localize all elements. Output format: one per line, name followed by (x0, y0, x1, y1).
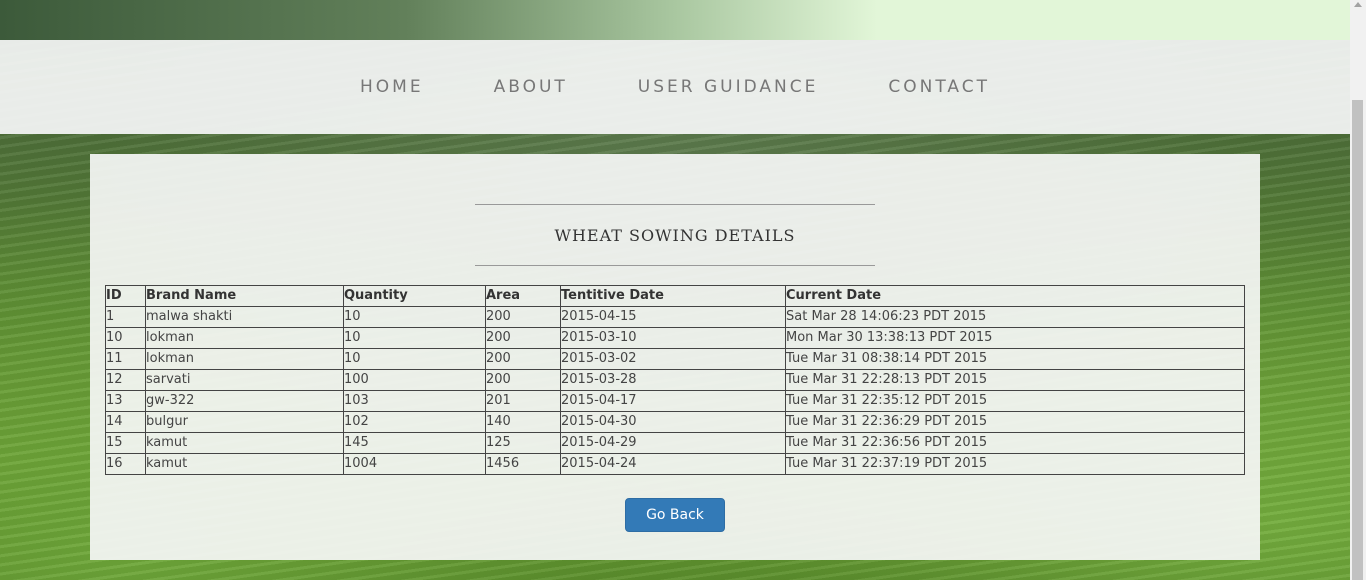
cell-brand-name: malwa shakti (145, 306, 344, 328)
cell-brand-name: gw-322 (145, 390, 344, 412)
table-row: 12 sarvati 100 200 2015-03-28 Tue Mar 31… (105, 369, 1245, 391)
header-current-date: Current Date (785, 285, 1245, 307)
page-scrollbar[interactable] (1350, 0, 1366, 580)
page-title: WHEAT SOWING DETAILS (554, 225, 796, 245)
cell-quantity: 102 (343, 411, 486, 433)
cell-tentitive-date: 2015-04-17 (560, 390, 786, 412)
table-header-row: ID Brand Name Quantity Area Tentitive Da… (105, 285, 1245, 307)
cell-id: 11 (105, 348, 146, 370)
table-row: 1 malwa shakti 10 200 2015-04-15 Sat Mar… (105, 306, 1245, 328)
sowing-details-table: ID Brand Name Quantity Area Tentitive Da… (105, 285, 1245, 475)
cell-current-date: Tue Mar 31 22:36:56 PDT 2015 (785, 432, 1245, 454)
cell-quantity: 10 (343, 348, 486, 370)
cell-area: 201 (485, 390, 561, 412)
cell-quantity: 100 (343, 369, 486, 391)
cell-area: 200 (485, 369, 561, 391)
nav-user-guidance[interactable]: USER GUIDANCE (603, 77, 854, 97)
scroll-up-arrow-icon[interactable] (1354, 2, 1362, 7)
cell-id: 14 (105, 411, 146, 433)
nav-home[interactable]: HOME (325, 77, 459, 97)
cell-quantity: 145 (343, 432, 486, 454)
navbar: HOME ABOUT USER GUIDANCE CONTACT (0, 40, 1350, 134)
cell-id: 16 (105, 453, 146, 475)
cell-brand-name: kamut (145, 453, 344, 475)
cell-quantity: 103 (343, 390, 486, 412)
go-back-button[interactable]: Go Back (625, 498, 725, 532)
table-row: 16 kamut 1004 1456 2015-04-24 Tue Mar 31… (105, 453, 1245, 475)
cell-tentitive-date: 2015-03-10 (560, 327, 786, 349)
cell-current-date: Tue Mar 31 22:35:12 PDT 2015 (785, 390, 1245, 412)
content-panel: WHEAT SOWING DETAILS ID Brand Name Quant… (90, 154, 1260, 560)
cell-current-date: Tue Mar 31 22:28:13 PDT 2015 (785, 369, 1245, 391)
cell-id: 13 (105, 390, 146, 412)
cell-id: 15 (105, 432, 146, 454)
cell-brand-name: sarvati (145, 369, 344, 391)
header-quantity: Quantity (343, 285, 486, 307)
table-row: 11 lokman 10 200 2015-03-02 Tue Mar 31 0… (105, 348, 1245, 370)
main-nav: HOME ABOUT USER GUIDANCE CONTACT (0, 40, 1350, 134)
nav-about[interactable]: ABOUT (459, 77, 603, 97)
title-block: WHEAT SOWING DETAILS (475, 204, 875, 266)
table-row: 14 bulgur 102 140 2015-04-30 Tue Mar 31 … (105, 411, 1245, 433)
cell-tentitive-date: 2015-04-29 (560, 432, 786, 454)
cell-brand-name: lokman (145, 327, 344, 349)
cell-tentitive-date: 2015-04-24 (560, 453, 786, 475)
cell-current-date: Mon Mar 30 13:38:13 PDT 2015 (785, 327, 1245, 349)
cell-quantity: 10 (343, 327, 486, 349)
header-brand-name: Brand Name (145, 285, 344, 307)
cell-brand-name: bulgur (145, 411, 344, 433)
cell-current-date: Tue Mar 31 22:36:29 PDT 2015 (785, 411, 1245, 433)
cell-id: 10 (105, 327, 146, 349)
table-row: 10 lokman 10 200 2015-03-10 Mon Mar 30 1… (105, 327, 1245, 349)
cell-current-date: Sat Mar 28 14:06:23 PDT 2015 (785, 306, 1245, 328)
cell-area: 125 (485, 432, 561, 454)
header-area: Area (485, 285, 561, 307)
cell-tentitive-date: 2015-03-02 (560, 348, 786, 370)
cell-tentitive-date: 2015-03-28 (560, 369, 786, 391)
header-id: ID (105, 285, 146, 307)
cell-area: 140 (485, 411, 561, 433)
nav-contact[interactable]: CONTACT (853, 77, 1025, 97)
cell-id: 12 (105, 369, 146, 391)
cell-area: 200 (485, 327, 561, 349)
cell-area: 1456 (485, 453, 561, 475)
cell-brand-name: kamut (145, 432, 344, 454)
cell-current-date: Tue Mar 31 22:37:19 PDT 2015 (785, 453, 1245, 475)
top-banner-strip (0, 0, 1350, 40)
cell-quantity: 10 (343, 306, 486, 328)
cell-brand-name: lokman (145, 348, 344, 370)
cell-id: 1 (105, 306, 146, 328)
header-tentitive-date: Tentitive Date (560, 285, 786, 307)
cell-tentitive-date: 2015-04-30 (560, 411, 786, 433)
scrollbar-thumb[interactable] (1352, 100, 1363, 580)
cell-area: 200 (485, 348, 561, 370)
cell-quantity: 1004 (343, 453, 486, 475)
table-row: 15 kamut 145 125 2015-04-29 Tue Mar 31 2… (105, 432, 1245, 454)
table-row: 13 gw-322 103 201 2015-04-17 Tue Mar 31 … (105, 390, 1245, 412)
cell-area: 200 (485, 306, 561, 328)
cell-current-date: Tue Mar 31 08:38:14 PDT 2015 (785, 348, 1245, 370)
cell-tentitive-date: 2015-04-15 (560, 306, 786, 328)
